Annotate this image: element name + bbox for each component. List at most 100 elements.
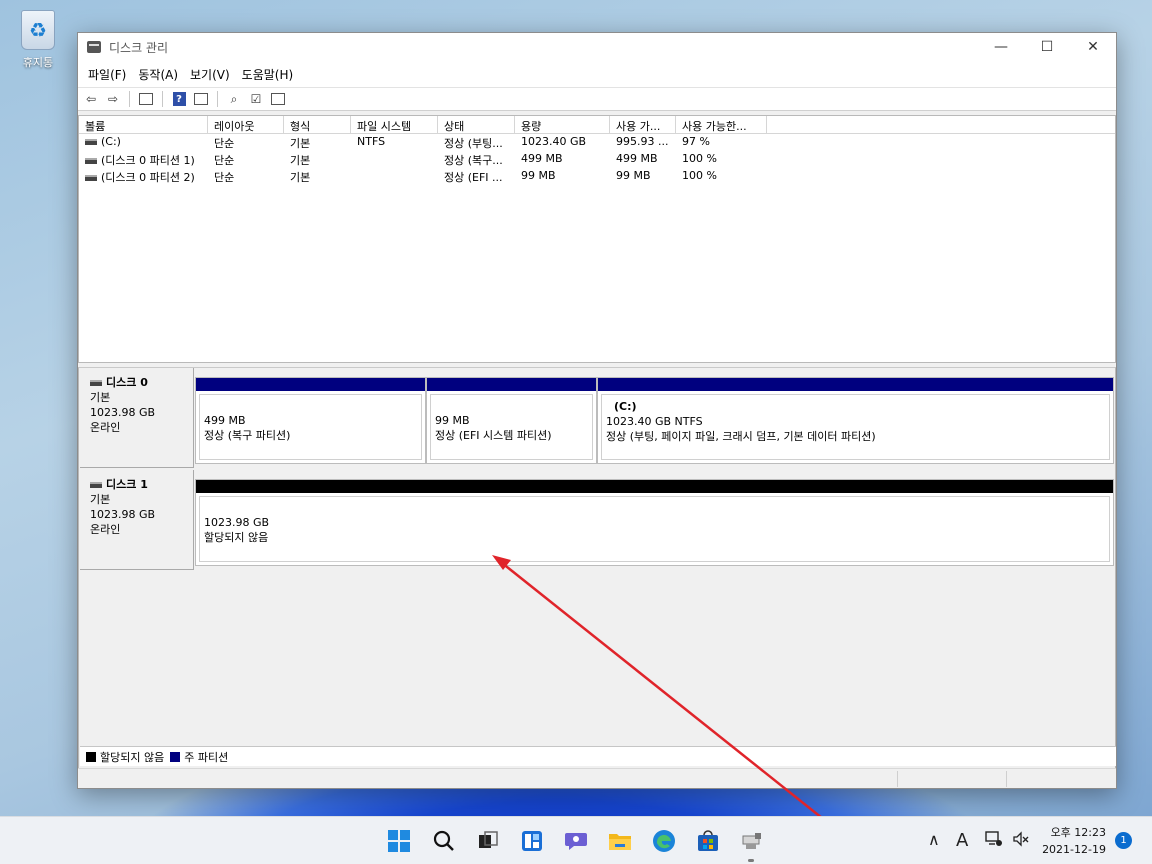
disk-type: 기본 [90, 391, 111, 404]
table-row[interactable]: (디스크 0 파티션 1) 단순 기본 정상 (복구... 499 MB 499… [79, 151, 1115, 168]
cell-filesystem: NTFS [357, 135, 386, 148]
search-icon[interactable] [430, 827, 458, 855]
disk-management-window: 디스크 관리 — ☐ ✕ 파일(F) 동작(A) 보기(V) 도움말(H) ⇦ … [77, 32, 1117, 789]
maximize-button[interactable]: ☐ [1024, 33, 1070, 61]
cell-type: 기본 [290, 154, 311, 167]
partition-block[interactable]: (C:) 1023.40 GB NTFS 정상 (부팅, 페이지 파일, 크래시… [597, 377, 1114, 464]
volume-icon [85, 175, 97, 181]
minimize-button[interactable]: — [978, 33, 1024, 61]
partition-size: 1023.40 GB NTFS [606, 415, 703, 428]
clock-date: 2021-12-19 [1042, 843, 1106, 856]
cell-free-space: 499 MB [616, 152, 658, 165]
properties-panel-icon[interactable] [192, 90, 210, 108]
disk-graphical-view: 디스크 0 기본 1023.98 GB 온라인 499 MB 정상 (복구 파티… [78, 367, 1116, 769]
column-header-status[interactable]: 상태 [438, 116, 515, 133]
widgets-icon[interactable] [518, 827, 546, 855]
check-task-icon[interactable]: ☑ [247, 90, 265, 108]
cell-status: 정상 (EFI ... [444, 171, 503, 184]
partition-block[interactable]: 99 MB 정상 (EFI 시스템 파티션) [426, 377, 597, 464]
disk-name: 디스크 1 [106, 478, 148, 491]
forward-arrow-icon[interactable]: ⇨ [104, 90, 122, 108]
column-header-capacity[interactable]: 용량 [515, 116, 610, 133]
cell-capacity: 1023.40 GB [521, 135, 587, 148]
chevron-up-icon[interactable]: ∧ [928, 830, 940, 849]
menu-bar: 파일(F) 동작(A) 보기(V) 도움말(H) [78, 61, 1116, 87]
table-row[interactable]: (디스크 0 파티션 2) 단순 기본 정상 (EFI ... 99 MB 99… [79, 168, 1115, 185]
disk-info-1[interactable]: 디스크 1 기본 1023.98 GB 온라인 [80, 470, 194, 570]
volume-list: 볼륨 레이아웃 형식 파일 시스템 상태 용량 사용 가... 사용 가능한..… [78, 115, 1116, 363]
settings-list-icon[interactable] [269, 90, 287, 108]
status-bar [78, 768, 1116, 788]
disk-row-1: 디스크 1 기본 1023.98 GB 온라인 1023.98 GB 할당되지 … [79, 470, 1117, 570]
unallocated-band [196, 480, 1113, 493]
column-header-filesystem[interactable]: 파일 시스템 [351, 116, 438, 133]
legend-primary: 주 파티션 [184, 750, 229, 764]
volume-muted-icon[interactable] [1012, 831, 1030, 851]
store-icon[interactable] [694, 827, 722, 855]
disk-management-icon[interactable] [738, 827, 766, 855]
cell-layout: 단순 [214, 171, 235, 184]
close-button[interactable]: ✕ [1070, 33, 1116, 61]
primary-partition-band [196, 378, 425, 391]
cell-layout: 단순 [214, 154, 235, 167]
cell-filesystem [351, 151, 438, 168]
legend-swatch-unallocated [86, 751, 96, 762]
cell-volume: (디스크 0 파티션 2) [101, 171, 195, 184]
network-icon[interactable] [985, 831, 1003, 851]
unallocated-block[interactable]: 1023.98 GB 할당되지 않음 [195, 479, 1114, 566]
disk-row-0: 디스크 0 기본 1023.98 GB 온라인 499 MB 정상 (복구 파티… [79, 368, 1117, 468]
task-view-icon[interactable] [474, 827, 502, 855]
file-explorer-icon[interactable] [606, 827, 634, 855]
column-header-free-space[interactable]: 사용 가... [610, 116, 676, 133]
edge-icon[interactable] [650, 827, 678, 855]
primary-partition-band [598, 378, 1113, 391]
disk-info-0[interactable]: 디스크 0 기본 1023.98 GB 온라인 [80, 368, 194, 468]
help-icon[interactable]: ? [170, 90, 188, 108]
column-header-type[interactable]: 형식 [284, 116, 351, 133]
menu-help[interactable]: 도움말(H) [236, 66, 300, 83]
connect-disk-icon[interactable]: ⌕ [225, 90, 243, 108]
cell-volume: (디스크 0 파티션 1) [101, 154, 195, 167]
disk-icon [90, 482, 102, 488]
disk-icon [90, 380, 102, 386]
ime-indicator[interactable]: A [956, 830, 968, 851]
disk-status: 온라인 [90, 523, 121, 536]
cell-filesystem [351, 168, 438, 185]
desktop-icon-recycle-bin[interactable]: ♻ 휴지통 [10, 10, 66, 70]
toolbar-separator [217, 91, 218, 107]
disk-management-app-icon [87, 41, 101, 53]
clock-time: 오후 12:23 [1050, 826, 1106, 839]
disk-status: 온라인 [90, 421, 121, 434]
column-header-percent-free[interactable]: 사용 가능한... [676, 116, 767, 133]
table-row[interactable]: (C:) 단순 기본 NTFS 정상 (부팅... 1023.40 GB 995… [79, 134, 1115, 151]
window-title: 디스크 관리 [109, 40, 169, 55]
windows-start-icon[interactable] [385, 827, 413, 855]
menu-file[interactable]: 파일(F) [82, 66, 132, 83]
active-app-indicator [748, 859, 754, 862]
primary-partition-band [427, 378, 596, 391]
partition-description: 정상 (부팅, 페이지 파일, 크래시 덤프, 기본 데이터 파티션) [606, 430, 876, 443]
toolbar: ⇦ ⇨ ? ⌕ ☑ [78, 87, 1116, 111]
back-arrow-icon[interactable]: ⇦ [82, 90, 100, 108]
notification-badge[interactable]: 1 [1115, 832, 1132, 849]
cell-percent-free: 100 % [682, 169, 717, 182]
partition-size: 499 MB [204, 414, 246, 427]
partition-size: 99 MB [435, 414, 470, 427]
partition-block[interactable]: 499 MB 정상 (복구 파티션) [195, 377, 426, 464]
recycle-bin-label: 휴지통 [22, 56, 54, 69]
chat-icon[interactable] [562, 827, 590, 855]
column-header-layout[interactable]: 레이아웃 [208, 116, 284, 133]
recycle-bin-icon: ♻ [21, 10, 55, 50]
title-bar[interactable]: 디스크 관리 — ☐ ✕ [78, 33, 1116, 61]
menu-action[interactable]: 동작(A) [132, 66, 184, 83]
menu-view[interactable]: 보기(V) [184, 66, 236, 83]
cell-status: 정상 (부팅... [444, 137, 503, 150]
cell-type: 기본 [290, 171, 311, 184]
cell-status: 정상 (복구... [444, 154, 503, 167]
clock[interactable]: 오후 12:23 2021-12-19 [1042, 824, 1106, 858]
volume-icon [85, 158, 97, 164]
column-header-volume[interactable]: 볼륨 [79, 116, 208, 133]
console-tree-icon[interactable] [137, 90, 155, 108]
disk-type: 기본 [90, 493, 111, 506]
legend-unallocated: 할당되지 않음 [100, 750, 165, 764]
